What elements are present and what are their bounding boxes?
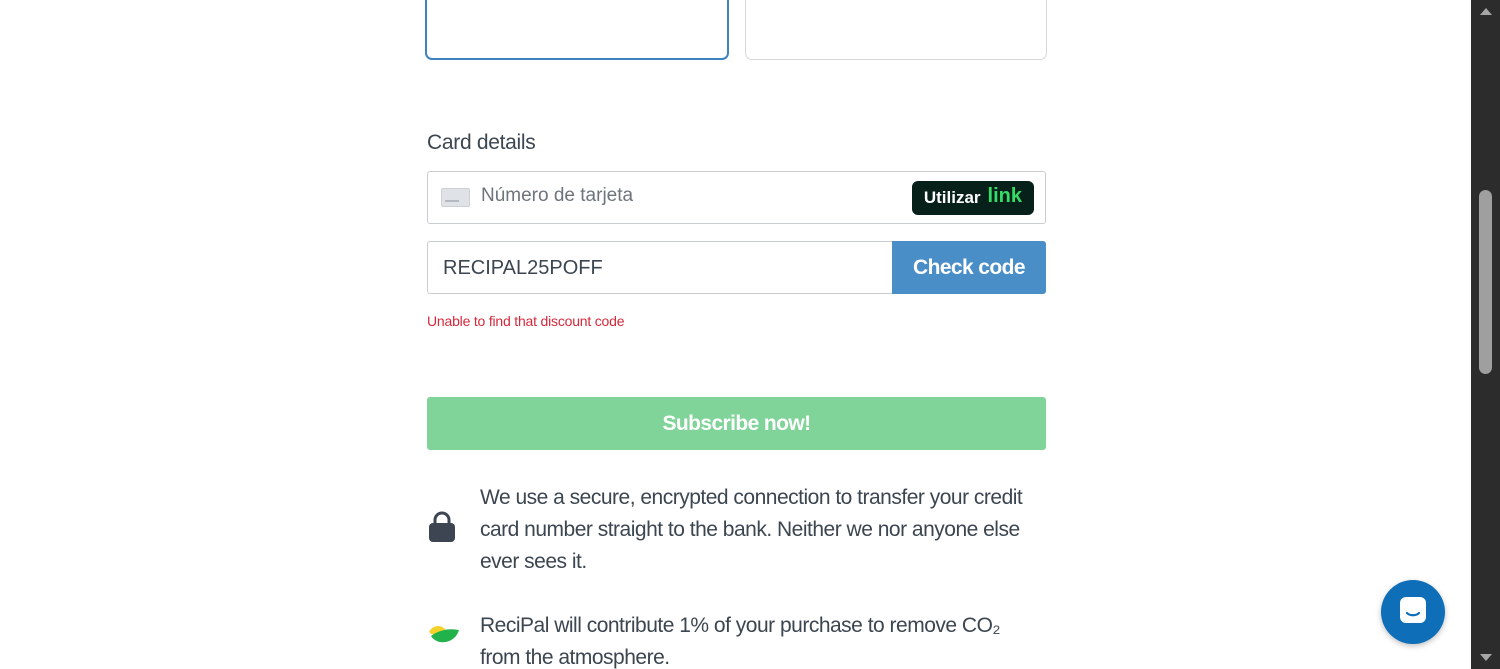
leaf-icon <box>427 622 461 653</box>
subscribe-button[interactable]: Subscribe now! <box>427 397 1046 450</box>
card-number-field[interactable]: Número de tarjeta Utilizar link <box>427 171 1046 224</box>
link-pay-button[interactable]: Utilizar link <box>911 181 1034 215</box>
link-button-label: Utilizar <box>923 188 981 207</box>
card-details-label: Card details <box>427 131 536 154</box>
chat-launcher-button[interactable] <box>1381 580 1445 644</box>
climate-contribution-text: ReciPal will contribute 1% of your purch… <box>480 614 1001 669</box>
scroll-down-arrow-icon[interactable] <box>1480 654 1492 661</box>
link-logo: link <box>987 184 1022 207</box>
discount-code-value: RECIPAL25POFF <box>443 257 603 279</box>
checkout-page: Card details Número de tarjeta Utilizar … <box>0 0 1500 669</box>
scrollbar-thumb[interactable] <box>1479 190 1492 374</box>
card-number-placeholder: Número de tarjeta <box>481 185 634 206</box>
secure-connection-text: We use a secure, encrypted connection to… <box>480 486 1023 573</box>
plan-option[interactable] <box>745 0 1047 60</box>
page-scrollbar[interactable] <box>1471 0 1500 669</box>
check-code-button[interactable]: Check code <box>892 241 1046 294</box>
discount-error-message: Unable to find that discount code <box>427 313 625 329</box>
chat-icon <box>1398 595 1428 630</box>
credit-card-icon <box>441 188 470 207</box>
plan-option-selected[interactable] <box>425 0 729 60</box>
scroll-up-arrow-icon[interactable] <box>1480 8 1492 15</box>
lock-icon <box>427 510 457 549</box>
discount-code-input[interactable]: RECIPAL25POFF <box>427 241 893 294</box>
